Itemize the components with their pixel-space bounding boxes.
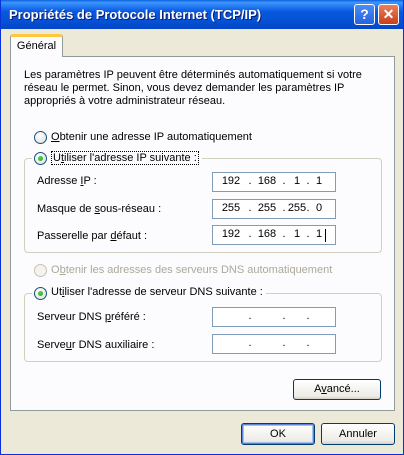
ip-address-field[interactable]: 192. 168. 1. 1 xyxy=(212,172,336,192)
close-icon: ✕ xyxy=(382,6,395,22)
dialog-window: Propriétés de Protocole Internet (TCP/IP… xyxy=(0,0,404,455)
subnet-mask-field[interactable]: 255. 255. 255. 0 xyxy=(212,199,336,219)
ip-manual-header[interactable]: Utiliser l'adresse IP suivante : xyxy=(32,151,202,167)
tab-general[interactable]: Général xyxy=(10,34,63,57)
octet[interactable]: 255 xyxy=(219,202,243,214)
radio-ip-manual[interactable] xyxy=(34,152,47,165)
octet[interactable]: 168 xyxy=(255,228,279,240)
ip-manual-label: Utiliser l'adresse IP suivante : xyxy=(51,151,199,165)
subnet-mask-label: Masque de sous-réseau : xyxy=(37,203,162,215)
octet[interactable]: 255 xyxy=(255,202,279,214)
octet[interactable]: 192 xyxy=(219,175,243,187)
help-icon: ? xyxy=(360,6,369,22)
ip-auto-label[interactable]: Obtenir une adresse IP automatiquement xyxy=(51,131,252,143)
dns-auto-label[interactable]: Obtenir les adresses des serveurs DNS au… xyxy=(51,264,332,276)
radio-dns-manual[interactable] xyxy=(34,287,47,300)
gateway-field[interactable]: 192. 168. 1. 1 xyxy=(212,225,336,245)
radio-selected-dot xyxy=(38,291,43,296)
dns-manual-header[interactable]: Utiliser l'adresse de serveur DNS suivan… xyxy=(32,286,266,302)
close-button[interactable]: ✕ xyxy=(378,4,399,25)
radio-ip-auto[interactable] xyxy=(34,131,47,144)
dns-alternate-field[interactable]: . . . xyxy=(212,334,336,354)
ok-button[interactable]: OK xyxy=(241,423,315,445)
cancel-button[interactable]: Annuler xyxy=(321,423,395,445)
ip-address-label: Adresse IP : xyxy=(37,175,97,187)
octet[interactable]: 168 xyxy=(255,175,279,187)
dns-preferred-label: Serveur DNS préféré : xyxy=(37,311,146,323)
title-bar[interactable]: Propriétés de Protocole Internet (TCP/IP… xyxy=(1,0,403,29)
radio-dns-auto[interactable] xyxy=(34,264,47,277)
window-title: Propriétés de Protocole Internet (TCP/IP… xyxy=(9,7,262,22)
advanced-button[interactable]: Avancé... xyxy=(293,379,381,400)
text-caret xyxy=(325,229,326,242)
octet[interactable]: 1 xyxy=(307,228,331,240)
octet[interactable]: 1 xyxy=(307,175,331,187)
dns-alternate-label: Serveur DNS auxiliaire : xyxy=(37,339,155,351)
gateway-label: Passerelle par défaut : xyxy=(37,230,148,242)
tab-general-label: Général xyxy=(16,40,57,52)
octet[interactable]: 0 xyxy=(307,202,331,214)
help-button[interactable]: ? xyxy=(354,4,375,25)
dns-preferred-field[interactable]: . . . xyxy=(212,307,336,327)
description-text: Les paramètres IP peuvent être déterminé… xyxy=(24,69,362,107)
octet[interactable]: 192 xyxy=(219,228,243,240)
dns-manual-label: Utiliser l'adresse de serveur DNS suivan… xyxy=(51,286,263,298)
radio-selected-dot xyxy=(38,156,43,161)
